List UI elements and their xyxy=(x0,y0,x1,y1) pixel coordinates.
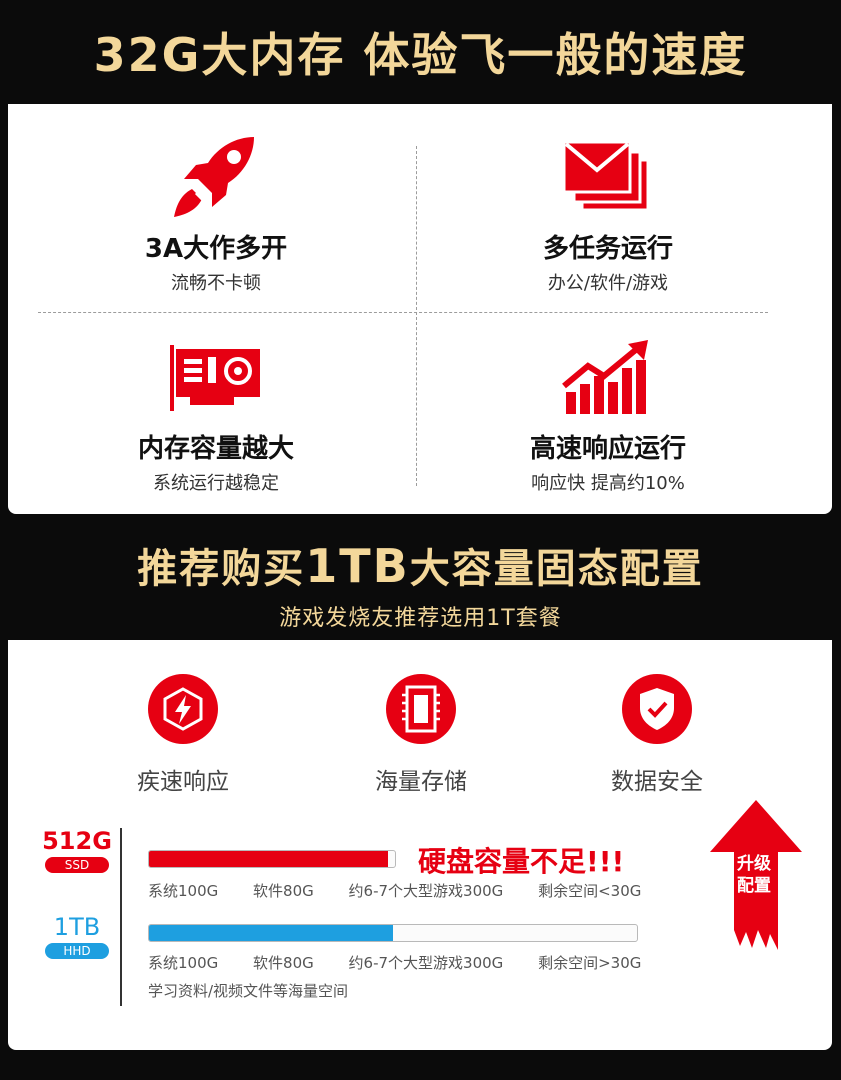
benefit-label: 疾速响应 xyxy=(137,769,229,795)
capacity-bar-1tb xyxy=(148,924,638,942)
stacked-envelopes-icon xyxy=(458,132,758,224)
capacity-value: 512G xyxy=(42,827,112,855)
feature-title: 内存容量越大 xyxy=(137,434,294,464)
capacity-512g: 512G SSD xyxy=(42,828,112,873)
capacity-warning: 硬盘容量不足!!! xyxy=(418,845,625,878)
capacity-divider xyxy=(120,828,122,1006)
feature-memory-capacity: 内存容量越大 系统运行越稳定 xyxy=(66,332,366,495)
rocket-icon xyxy=(66,132,366,224)
horizontal-divider xyxy=(38,312,768,313)
feature-fast-response: 高速响应运行 响应快 提高约10% xyxy=(458,332,758,495)
lightning-badge-icon xyxy=(148,674,218,744)
upgrade-label-line2: 配置 xyxy=(737,876,771,896)
benefit-label: 海量存储 xyxy=(375,769,467,795)
capacity-details-512g: 系统100G 软件80G 约6-7个大型游戏300G 剩余空间<30G xyxy=(148,880,671,901)
feature-title: 多任务运行 xyxy=(542,234,673,264)
detail-item: 软件80G xyxy=(253,882,314,900)
capacity-extra-note: 学习资料/视频文件等海量空间 xyxy=(148,982,349,1000)
detail-item: 约6-7个大型游戏300G xyxy=(348,882,504,900)
capacity-bar-fill xyxy=(149,925,393,941)
feature-multi-open: 3A大作多开 流畅不卡顿 xyxy=(66,132,366,295)
feature-title: 3A大作多开 xyxy=(144,234,288,264)
detail-item: 剩余空间<30G xyxy=(538,882,642,900)
feature-subtitle: 流畅不卡顿 xyxy=(171,273,261,294)
vertical-divider xyxy=(416,146,417,486)
detail-item: 系统100G xyxy=(148,954,219,972)
feature-title: 高速响应运行 xyxy=(529,434,686,464)
detail-item: 约6-7个大型游戏300G xyxy=(348,954,504,972)
capacity-bar-fill xyxy=(149,851,388,867)
storage-chip-icon xyxy=(386,674,456,744)
capacity-1tb: 1TB HHD xyxy=(42,914,112,959)
capacity-type-badge: HHD xyxy=(45,943,109,959)
section2-subtitle: 游戏发烧友推荐选用1T套餐 xyxy=(279,606,562,631)
upgrade-label-line1: 升级 xyxy=(737,854,771,874)
benefit-label: 数据安全 xyxy=(611,769,703,795)
section2-header: 推荐购买1TB大容量固态配置 游戏发烧友推荐选用1T套餐 xyxy=(0,522,841,638)
memory-card-icon xyxy=(66,332,366,424)
feature-subtitle: 系统运行越稳定 xyxy=(153,473,279,494)
feature-subtitle: 办公/软件/游戏 xyxy=(547,273,669,294)
feature-multitask: 多任务运行 办公/软件/游戏 xyxy=(458,132,758,295)
section1-title: 32G大内存 体验飞一般的速度 xyxy=(93,28,748,82)
capacity-bar-512g xyxy=(148,850,396,868)
shield-check-icon xyxy=(622,674,692,744)
title-pre: 推荐购买 xyxy=(137,546,306,592)
feature-card: 3A大作多开 流畅不卡顿 多任务运行 办公/软件/游戏 内存容量越大 系统运行越… xyxy=(8,104,832,514)
detail-item: 剩余空间>30G xyxy=(538,954,642,972)
detail-item: 系统100G xyxy=(148,882,219,900)
storage-card: 疾速响应 海量存储 数据安全 512G SSD 1TB HHD 系统100G 软… xyxy=(8,640,832,1050)
capacity-value: 1TB xyxy=(53,913,101,941)
capacity-type-badge: SSD xyxy=(45,857,109,873)
upgrade-arrow-icon: 升级 配置 xyxy=(708,800,804,954)
title-bold: 1TB xyxy=(305,539,410,593)
rising-bar-chart-icon xyxy=(458,332,758,424)
feature-subtitle: 响应快 提高约10% xyxy=(531,473,685,494)
title-post: 大容量固态配置 xyxy=(409,546,704,592)
capacity-details-1tb: 系统100G 软件80G 约6-7个大型游戏300G 剩余空间>30G xyxy=(148,952,671,973)
detail-item: 软件80G xyxy=(253,954,314,972)
section2-title: 推荐购买1TB大容量固态配置 xyxy=(0,522,841,594)
section1-header: 32G大内存 体验飞一般的速度 xyxy=(0,0,841,104)
